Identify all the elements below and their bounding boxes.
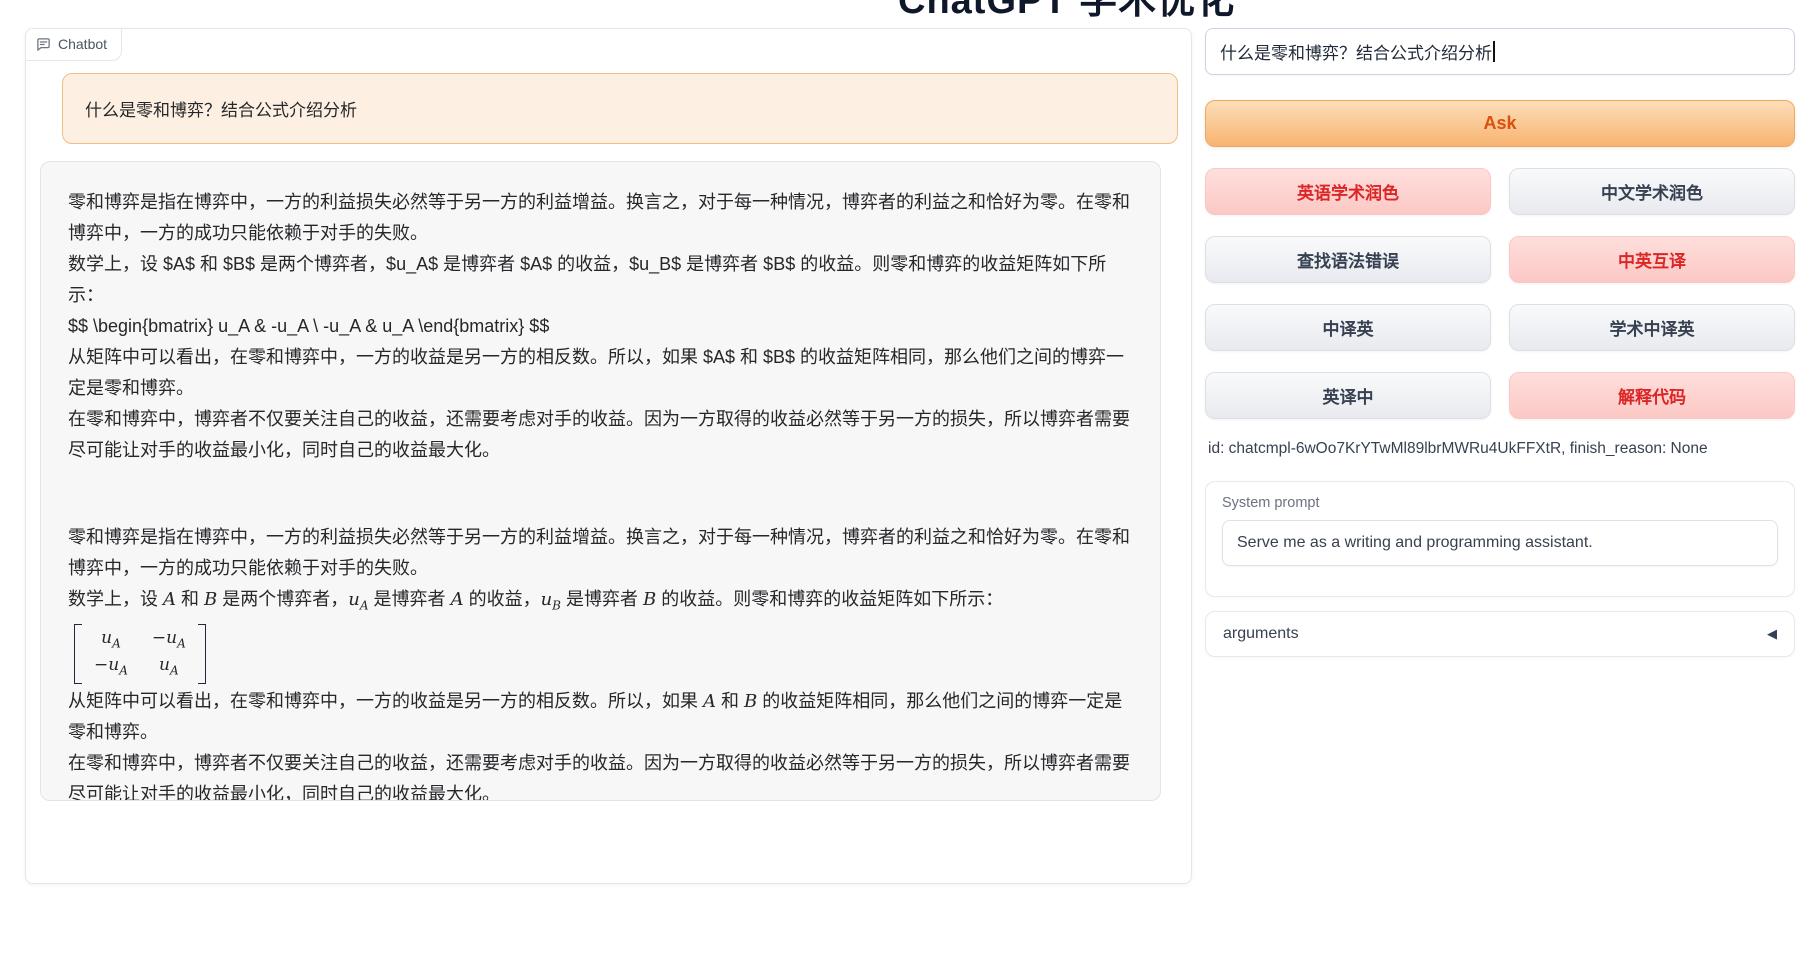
chatbot-label-text: Chatbot (58, 36, 107, 52)
user-message-text: 什么是零和博弈？结合公式介绍分析 (85, 101, 357, 120)
bot-raw-p2: 数学上，设 $A$ 和 $B$ 是两个博弈者，$u_A$ 是博弈者 $A$ 的收… (68, 249, 1133, 311)
bot-raw-latex: $$ \begin{bmatrix} u_A & -u_A \ -u_A & u… (68, 311, 1133, 342)
action-button-4[interactable]: 中英互译 (1509, 236, 1795, 283)
action-button-5[interactable]: 中译英 (1205, 304, 1491, 351)
bot-rendered-p1: 零和博弈是指在博弈中，一方的利益损失必然等于另一方的利益增益。换言之，对于每一种… (68, 522, 1133, 584)
bot-rendered-p5: 在零和博弈中，博弈者不仅要关注自己的收益，还需要考虑对手的收益。因为一方取得的收… (68, 748, 1133, 801)
system-prompt-value: Serve me as a writing and programming as… (1237, 534, 1593, 552)
response-status-line: id: chatcmpl-6wOo7KrYTwMl89lbrMWRu4UkFFX… (1208, 440, 1794, 458)
matrix-left-bracket (74, 624, 82, 685)
matrix-cell: uA (94, 627, 128, 654)
system-prompt-input[interactable]: Serve me as a writing and programming as… (1222, 520, 1778, 566)
question-input[interactable]: 什么是零和博弈？结合公式介绍分析 (1205, 28, 1795, 75)
action-button-8[interactable]: 解释代码 (1509, 372, 1795, 419)
bot-message: 零和博弈是指在博弈中，一方的利益损失必然等于另一方的利益增益。换言之，对于每一种… (40, 161, 1161, 801)
arguments-accordion[interactable]: arguments ◀ (1205, 611, 1795, 657)
action-button-3[interactable]: 查找语法错误 (1205, 236, 1491, 283)
system-prompt-label: System prompt (1206, 482, 1794, 520)
chatbot-panel: Chatbot 什么是零和博弈？结合公式介绍分析 零和博弈是指在博弈中，一方的利… (25, 28, 1192, 884)
bot-rendered-p4: 从矩阵中可以看出，在零和博弈中，一方的收益是另一方的相反数。所以，如果 A 和 … (68, 686, 1133, 748)
matrix-cell: −uA (94, 654, 128, 681)
system-prompt-group: System prompt Serve me as a writing and … (1205, 481, 1795, 597)
page-title: ChatGPT 学术优化 (898, 0, 1235, 24)
chat-bubble-icon (36, 37, 51, 52)
payoff-matrix: uA−uA−uAuA (74, 624, 206, 685)
text-cursor (1493, 41, 1495, 62)
action-button-1[interactable]: 英语学术润色 (1205, 168, 1491, 215)
action-button-7[interactable]: 英译中 (1205, 372, 1491, 419)
quick-action-grid: 英语学术润色中文学术润色查找语法错误中英互译中译英学术中译英英译中解释代码 (1205, 168, 1795, 419)
bot-raw-p1: 零和博弈是指在博弈中，一方的利益损失必然等于另一方的利益增益。换言之，对于每一种… (68, 187, 1133, 249)
matrix-cells: uA−uA−uAuA (82, 624, 198, 685)
user-message: 什么是零和博弈？结合公式介绍分析 (62, 73, 1178, 144)
ask-button[interactable]: Ask (1205, 100, 1795, 147)
accordion-collapse-icon: ◀ (1767, 626, 1777, 642)
chatbot-label: Chatbot (26, 29, 122, 61)
arguments-accordion-label: arguments (1223, 625, 1299, 643)
question-input-value: 什么是零和博弈？结合公式介绍分析 (1220, 39, 1492, 64)
matrix-cell: −uA (152, 627, 186, 654)
bot-rendered-p2: 数学上，设 A 和 B 是两个博弈者，uA 是博弈者 A 的收益，uB 是博弈者… (68, 584, 1133, 622)
matrix-cell: uA (152, 654, 186, 681)
bot-raw-p5: 在零和博弈中，博弈者不仅要关注自己的收益，还需要考虑对手的收益。因为一方取得的收… (68, 404, 1133, 466)
bot-raw-p4: 从矩阵中可以看出，在零和博弈中，一方的收益是另一方的相反数。所以，如果 $A$ … (68, 342, 1133, 404)
action-button-2[interactable]: 中文学术润色 (1509, 168, 1795, 215)
matrix-right-bracket (198, 624, 206, 685)
action-button-6[interactable]: 学术中译英 (1509, 304, 1795, 351)
paragraph-gap (68, 466, 1133, 522)
